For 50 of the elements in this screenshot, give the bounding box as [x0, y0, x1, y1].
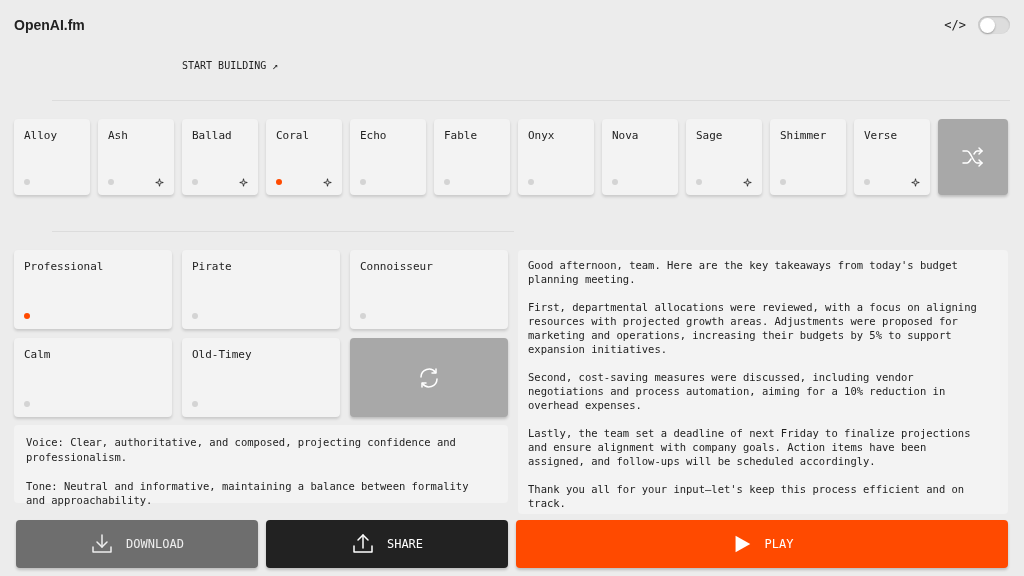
refresh-icon	[417, 365, 441, 390]
vibe-tile[interactable]: Old-Timey	[182, 338, 340, 417]
code-button[interactable]: </>	[944, 18, 966, 32]
download-button[interactable]: DOWNLOAD	[16, 520, 258, 568]
voice-tile[interactable]: Sage	[686, 119, 762, 195]
vibe-name: Connoisseur	[360, 260, 434, 273]
vibe-tile[interactable]: Professional	[14, 250, 172, 329]
shuffle-icon	[961, 145, 985, 169]
voice-tile[interactable]: Onyx	[518, 119, 594, 195]
voice-name: Echo	[360, 129, 388, 142]
script-paragraph: Good afternoon, team. Here are the key takeaways from today's budget planning meeting.	[528, 258, 959, 286]
voice-name: Fable	[444, 129, 479, 142]
voice-tile[interactable]: Fable	[434, 119, 510, 195]
start-building-link[interactable]: START BUILDING ↗	[182, 60, 279, 71]
logo: OpenAI.fm	[14, 17, 85, 33]
voice-name: Nova	[612, 129, 640, 142]
vibe-tile[interactable]: Calm	[14, 338, 172, 417]
toggle-switch[interactable]	[978, 16, 1010, 34]
script-paragraph: Second, cost-saving measures were discussed, including vendor negotiations and process automation, aiming for a 10% reduction in overhead expenses.	[528, 370, 947, 412]
voice-tile[interactable]: Echo	[350, 119, 426, 195]
voice-name: Verse	[864, 129, 899, 142]
voice-name: Onyx	[528, 129, 556, 142]
script-paragraph: Lastly, the team set a deadline of next Friday to finalize projections and ensure alignment with company goals. Action items have been assigned, and follow-ups will be scheduled accordingly.	[528, 426, 972, 468]
voice-tile[interactable]: Nova	[602, 119, 678, 195]
voice-tile[interactable]: Verse	[854, 119, 930, 195]
voice-name: Shimmer	[780, 129, 828, 142]
refresh-button[interactable]	[350, 338, 508, 417]
voice-name: Alloy	[24, 129, 59, 142]
vibe-name: Calm	[24, 348, 52, 361]
script-paragraph: Thank you all for your input—let's keep this process efficient and on track.	[528, 482, 966, 510]
voice-tile[interactable]: Alloy	[14, 119, 90, 195]
vibe-name: Old-Timey	[192, 348, 253, 361]
voice-name: Ash	[108, 129, 129, 142]
voice-tile[interactable]: Ash	[98, 119, 174, 195]
voice-tile[interactable]: Shimmer	[770, 119, 846, 195]
instruction-text: Voice: Clear, authoritative, and composed, projecting confidence and professionalism.	[26, 435, 457, 464]
voice-name: Coral	[276, 129, 311, 142]
vibe-tile[interactable]: Connoisseur	[350, 250, 508, 329]
download-icon	[90, 532, 115, 556]
shuffle-button[interactable]	[938, 119, 1008, 195]
voice-tile[interactable]: Coral	[266, 119, 342, 195]
share-button[interactable]: SHARE	[266, 520, 508, 568]
share-icon	[350, 532, 375, 556]
vibe-name: Professional	[24, 260, 105, 273]
vibe-name: Pirate	[192, 260, 233, 273]
vibe-tile[interactable]: Pirate	[182, 250, 340, 329]
script-paragraph: First, departmental allocations were reviewed, with a focus on aligning resources with projected growth areas. Adjustments were proposed for marketing and operations, increasing their budgets by 5% to support expansion initiatives.	[528, 300, 978, 356]
voice-tile[interactable]: Ballad	[182, 119, 258, 195]
voice-name: Sage	[696, 129, 724, 142]
voice-name: Ballad	[192, 129, 233, 142]
